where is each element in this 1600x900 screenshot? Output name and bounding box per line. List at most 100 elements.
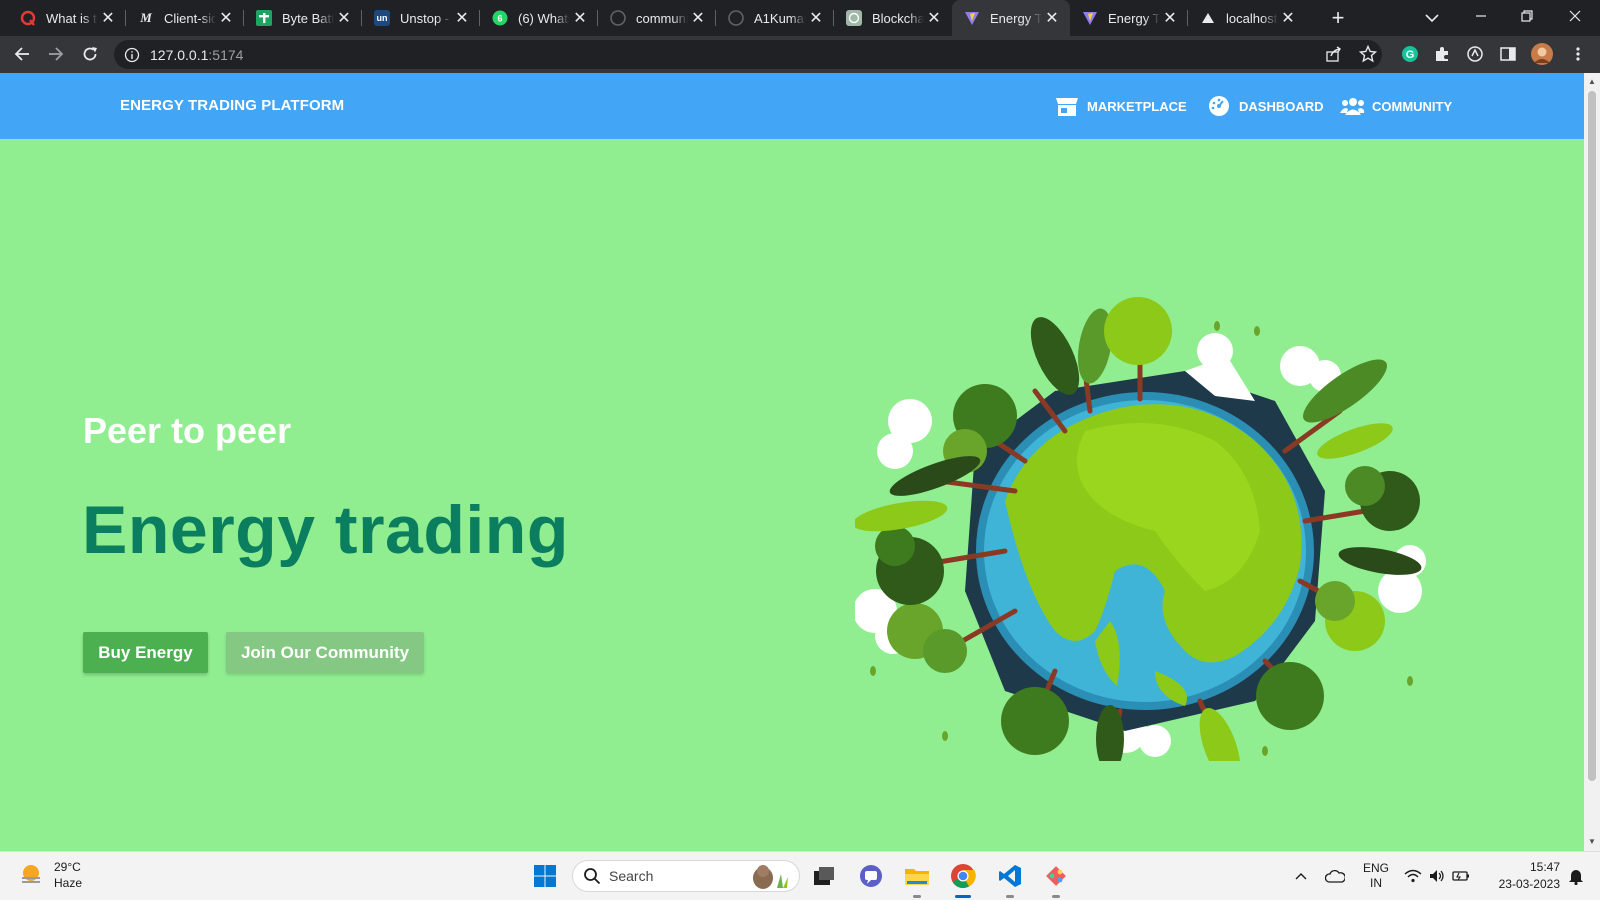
close-icon[interactable]: ✕ xyxy=(452,8,472,28)
side-panel-icon[interactable] xyxy=(1498,44,1518,64)
browser-tab[interactable]: Blockchai ✕ xyxy=(834,0,952,36)
browser-tab[interactable]: communi ✕ xyxy=(598,0,716,36)
tab-title: Unstop - xyxy=(400,10,450,26)
browser-tab[interactable]: Byte Battl ✕ xyxy=(244,0,362,36)
scroll-down-arrow-icon[interactable]: ▼ xyxy=(1588,837,1596,846)
tab-title: Byte Battl xyxy=(282,10,334,26)
reload-button[interactable] xyxy=(76,40,104,68)
join-community-button[interactable]: Join Our Community xyxy=(226,632,424,673)
onedrive-cloud-icon[interactable] xyxy=(1322,852,1348,900)
browser-toolbar: 127.0.0.1:5174 G xyxy=(0,36,1600,73)
vite-icon xyxy=(964,10,980,26)
browser-tab[interactable]: 6 (6) Whats ✕ xyxy=(480,0,598,36)
git-running-indicator xyxy=(1052,895,1060,898)
github-icon xyxy=(728,10,744,26)
buy-energy-button[interactable]: Buy Energy xyxy=(83,632,208,673)
explorer-running-indicator xyxy=(913,895,921,898)
sync-extension-icon[interactable] xyxy=(1465,44,1485,64)
close-icon[interactable]: ✕ xyxy=(1042,8,1062,28)
language-line1: ENG xyxy=(1362,861,1389,875)
close-icon[interactable]: ✕ xyxy=(806,8,826,28)
browser-tab[interactable]: What is th ✕ xyxy=(8,0,126,36)
clock-time: 15:47 xyxy=(1529,860,1560,874)
extensions-puzzle-icon[interactable] xyxy=(1432,44,1452,64)
vite-icon xyxy=(1082,10,1098,26)
close-icon[interactable]: ✕ xyxy=(216,8,236,28)
profile-avatar[interactable] xyxy=(1530,42,1554,66)
hero-title: Energy trading xyxy=(82,492,569,568)
browser-tab-active[interactable]: Energy Tr ✕ xyxy=(952,0,1070,36)
tab-title: A1Kumar xyxy=(754,10,806,26)
scrollbar-thumb[interactable] xyxy=(1588,91,1596,781)
close-icon[interactable]: ✕ xyxy=(1160,8,1180,28)
close-icon[interactable]: ✕ xyxy=(98,8,118,28)
tab-title: Energy Tr xyxy=(1108,10,1160,26)
volume-icon[interactable] xyxy=(1426,852,1448,900)
page-viewport: ENERGY TRADING PLATFORM MARKETPLACE DASH… xyxy=(0,73,1584,851)
taskbar-search-box[interactable]: Search xyxy=(572,860,800,892)
battery-icon[interactable] xyxy=(1450,852,1472,900)
wifi-icon[interactable] xyxy=(1402,852,1424,900)
bookmark-star-icon[interactable] xyxy=(1358,44,1378,64)
weather-description: Haze xyxy=(54,876,83,890)
chrome-active-indicator xyxy=(955,895,971,898)
close-icon[interactable]: ✕ xyxy=(1278,8,1298,28)
chrome-icon[interactable] xyxy=(947,860,979,892)
unstop-icon: un xyxy=(374,10,390,26)
nav-marketplace-label: MARKETPLACE xyxy=(1087,98,1187,114)
menu-kebab-icon[interactable] xyxy=(1568,44,1588,64)
medium-icon: M xyxy=(140,10,152,25)
weather-widget[interactable]: 29°C Haze xyxy=(18,859,82,891)
nav-marketplace-link[interactable]: MARKETPLACE xyxy=(1055,94,1187,118)
windows-taskbar: 29°C Haze Search ENG IN 15:47 23-03-2023 xyxy=(0,851,1600,900)
system-clock[interactable]: 15:47 23-03-2023 xyxy=(1484,852,1560,900)
site-info-icon[interactable] xyxy=(124,47,140,63)
url-text: 127.0.0.1:5174 xyxy=(150,47,243,63)
tab-title: Blockchai xyxy=(872,10,924,26)
address-bar[interactable]: 127.0.0.1:5174 xyxy=(114,40,1382,69)
browser-tab[interactable]: localhost: ✕ xyxy=(1188,0,1306,36)
task-view-icon[interactable] xyxy=(808,860,840,892)
svg-text:6: 6 xyxy=(497,14,502,24)
teams-chat-icon[interactable] xyxy=(855,860,887,892)
close-icon[interactable]: ✕ xyxy=(924,8,944,28)
clock-date: 23-03-2023 xyxy=(1498,877,1560,891)
browser-tab-strip: What is th ✕ M Client-sid ✕ Byte Battl ✕… xyxy=(0,0,1600,36)
restore-button[interactable] xyxy=(1504,0,1550,32)
nav-community-label: COMMUNITY xyxy=(1372,98,1453,114)
new-tab-button[interactable]: + xyxy=(1326,5,1350,30)
minimize-button[interactable] xyxy=(1458,0,1504,32)
share-icon[interactable] xyxy=(1324,44,1344,64)
grammarly-icon[interactable]: G xyxy=(1400,44,1420,64)
close-icon[interactable]: ✕ xyxy=(688,8,708,28)
nav-dashboard-link[interactable]: DASHBOARD xyxy=(1207,94,1324,118)
forward-button[interactable] xyxy=(42,40,70,68)
hero-subtitle: Peer to peer xyxy=(83,410,292,451)
brand-title[interactable]: ENERGY TRADING PLATFORM xyxy=(120,97,344,114)
tab-search-chevron-icon[interactable] xyxy=(1422,8,1442,28)
browser-tab[interactable]: M Client-sid ✕ xyxy=(126,0,244,36)
store-icon xyxy=(1055,94,1079,118)
file-explorer-icon[interactable] xyxy=(901,860,933,892)
tab-title: communi xyxy=(636,10,688,26)
browser-tab[interactable]: A1Kumar ✕ xyxy=(716,0,834,36)
app-navbar: ENERGY TRADING PLATFORM MARKETPLACE DASH… xyxy=(0,73,1584,139)
close-icon[interactable]: ✕ xyxy=(334,8,354,28)
close-window-button[interactable] xyxy=(1552,0,1598,32)
page-scrollbar[interactable]: ▲ ▼ xyxy=(1584,73,1600,851)
language-indicator[interactable]: ENG IN xyxy=(1358,852,1394,900)
nav-community-link[interactable]: COMMUNITY xyxy=(1340,94,1452,118)
notification-bell-icon[interactable] xyxy=(1564,852,1588,900)
back-button[interactable] xyxy=(8,40,36,68)
windows-start-icon[interactable] xyxy=(529,860,561,892)
close-icon[interactable]: ✕ xyxy=(570,8,590,28)
browser-tab[interactable]: Energy Tr ✕ xyxy=(1070,0,1188,36)
url-host: 127.0.0.1 xyxy=(150,46,209,63)
browser-tab[interactable]: un Unstop - ✕ xyxy=(362,0,480,36)
scroll-up-arrow-icon[interactable]: ▲ xyxy=(1588,77,1596,86)
whatsapp-icon: 6 xyxy=(492,10,508,26)
vscode-icon[interactable] xyxy=(994,860,1026,892)
tray-overflow-chevron-icon[interactable] xyxy=(1290,852,1312,900)
git-client-icon[interactable] xyxy=(1040,860,1072,892)
dashboard-icon xyxy=(1207,94,1231,118)
